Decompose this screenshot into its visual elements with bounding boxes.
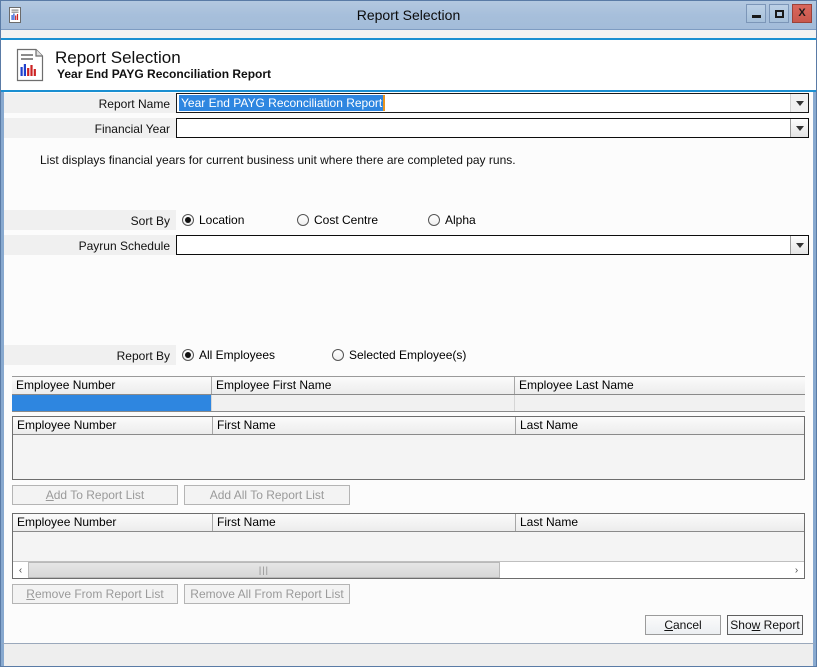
maximize-icon <box>774 9 784 18</box>
payrun-schedule-dropdown-arrow[interactable] <box>790 236 808 254</box>
employee-search-grid[interactable]: Employee Number Employee First Name Empl… <box>12 376 805 412</box>
payrun-schedule-label: Payrun Schedule <box>4 234 176 256</box>
financial-year-value[interactable] <box>177 119 790 137</box>
employee-search-grid-header: Employee Number Employee First Name Empl… <box>12 377 805 395</box>
financial-year-combobox[interactable] <box>176 118 809 138</box>
scrollbar-thumb[interactable]: ||| <box>28 562 500 578</box>
column-header-last-name[interactable]: Last Name <box>516 417 804 434</box>
report-by-selected-employees-label: Selected Employee(s) <box>349 348 467 362</box>
sort-by-options: Location Cost Centre Alpha <box>176 213 488 227</box>
report-name-value-area[interactable]: Year End PAYG Reconciliation Report <box>177 94 790 112</box>
filter-cell-first-name[interactable] <box>212 395 515 411</box>
column-header-first-name[interactable]: First Name <box>213 514 516 531</box>
financial-year-hint: List displays financial years for curren… <box>40 153 516 167</box>
show-report-button[interactable]: Show Report <box>727 615 803 635</box>
report-by-selected-employees-radio[interactable]: Selected Employee(s) <box>332 348 466 362</box>
minimize-button[interactable] <box>746 4 766 23</box>
page-header-text: Report Selection Year End PAYG Reconcili… <box>55 48 271 82</box>
report-by-row: Report By All Employees Selected Employe… <box>4 344 813 366</box>
report-by-all-employees-radio[interactable]: All Employees <box>182 348 320 362</box>
report-name-field-wrap: Year End PAYG Reconciliation Report <box>176 93 809 113</box>
report-document-icon <box>9 7 21 23</box>
page-header: Report Selection Year End PAYG Reconcili… <box>1 40 816 92</box>
cancel-button[interactable]: Cancel <box>645 615 721 635</box>
available-grid-actions: Add To Report List Add All To Report Lis… <box>4 485 813 505</box>
dialog-button-bar: Cancel Show Report <box>639 615 803 635</box>
report-by-all-employees-label: All Employees <box>199 348 276 362</box>
report-list-actions: Remove From Report List Remove All From … <box>4 584 813 604</box>
chevron-down-icon <box>795 125 804 131</box>
sort-by-alpha-radio[interactable]: Alpha <box>428 213 476 227</box>
add-all-to-report-list-button[interactable]: Add All To Report List <box>184 485 350 505</box>
scrollbar-track[interactable]: ||| <box>28 562 789 578</box>
add-to-report-list-button[interactable]: Add To Report List <box>12 485 178 505</box>
dialog-body: Report Name Year End PAYG Reconciliation… <box>1 92 816 643</box>
report-by-label: Report By <box>4 344 176 366</box>
page-title: Report Selection <box>55 47 181 67</box>
sort-by-alpha-label: Alpha <box>445 213 476 227</box>
report-list-grid[interactable]: Employee Number First Name Last Name ‹ |… <box>12 513 805 579</box>
sort-by-location-radio[interactable]: Location <box>182 213 285 227</box>
available-grid-header: Employee Number First Name Last Name <box>13 417 804 435</box>
window-title: Report Selection <box>356 7 461 23</box>
radio-unselected-icon <box>297 214 309 226</box>
report-name-row: Report Name Year End PAYG Reconciliation… <box>4 92 813 114</box>
report-name-value: Year End PAYG Reconciliation Report <box>179 95 386 111</box>
toolbar-strip <box>1 30 816 40</box>
report-name-dropdown-arrow[interactable] <box>790 94 808 112</box>
column-header-last-name[interactable]: Last Name <box>516 514 804 531</box>
report-selection-window: Report Selection X Report Selection Year… <box>0 0 817 667</box>
report-name-combobox[interactable]: Year End PAYG Reconciliation Report <box>176 93 809 113</box>
sort-by-cost-centre-radio[interactable]: Cost Centre <box>297 213 416 227</box>
report-list-grid-header: Employee Number First Name Last Name <box>13 514 804 532</box>
sort-by-label: Sort By <box>4 209 176 231</box>
column-header-employee-number[interactable]: Employee Number <box>13 417 213 434</box>
report-document-icon <box>16 48 44 82</box>
financial-year-label: Financial Year <box>4 117 176 139</box>
payrun-schedule-value[interactable] <box>177 236 790 254</box>
column-header-employee-last-name[interactable]: Employee Last Name <box>515 377 805 394</box>
close-button[interactable]: X <box>792 4 812 23</box>
chevron-down-icon <box>795 100 804 106</box>
payrun-schedule-combobox[interactable] <box>176 235 809 255</box>
report-list-grid-body[interactable] <box>13 532 804 561</box>
radio-unselected-icon <box>332 349 344 361</box>
available-grid-body[interactable] <box>13 435 804 479</box>
financial-year-field-wrap <box>176 118 809 138</box>
status-bar <box>1 643 816 666</box>
window-titlebar[interactable]: Report Selection X <box>1 1 816 30</box>
radio-selected-icon <box>182 214 194 226</box>
chevron-down-icon <box>795 242 804 248</box>
remove-all-from-report-list-button[interactable]: Remove All From Report List <box>184 584 350 604</box>
column-header-employee-number[interactable]: Employee Number <box>13 514 213 531</box>
maximize-button[interactable] <box>769 4 789 23</box>
filter-cell-last-name[interactable] <box>515 395 805 411</box>
window-controls: X <box>746 4 812 23</box>
column-header-employee-first-name[interactable]: Employee First Name <box>212 377 515 394</box>
available-employees-grid[interactable]: Employee Number First Name Last Name <box>12 416 805 480</box>
remove-from-report-list-button[interactable]: Remove From Report List <box>12 584 178 604</box>
financial-year-row: Financial Year <box>4 117 813 139</box>
employee-search-filter-row[interactable] <box>12 395 805 411</box>
scroll-right-icon[interactable]: › <box>789 562 804 578</box>
radio-unselected-icon <box>428 214 440 226</box>
payrun-schedule-field-wrap <box>176 235 809 255</box>
column-header-first-name[interactable]: First Name <box>213 417 516 434</box>
sort-by-location-label: Location <box>199 213 245 227</box>
sort-by-row: Sort By Location Cost Centre Alpha <box>4 209 813 231</box>
minimize-icon <box>751 14 761 18</box>
report-by-options: All Employees Selected Employee(s) <box>176 348 478 362</box>
report-name-label: Report Name <box>4 92 176 114</box>
sort-by-cost-centre-label: Cost Centre <box>314 213 379 227</box>
page-subtitle: Year End PAYG Reconciliation Report <box>57 67 272 82</box>
scroll-left-icon[interactable]: ‹ <box>13 562 28 578</box>
radio-selected-icon <box>182 349 194 361</box>
financial-year-dropdown-arrow[interactable] <box>790 119 808 137</box>
report-list-horizontal-scrollbar[interactable]: ‹ ||| › <box>13 561 804 578</box>
payrun-schedule-row: Payrun Schedule <box>4 234 813 256</box>
column-header-employee-number[interactable]: Employee Number <box>12 377 212 394</box>
filter-cell-employee-number[interactable] <box>12 395 212 411</box>
